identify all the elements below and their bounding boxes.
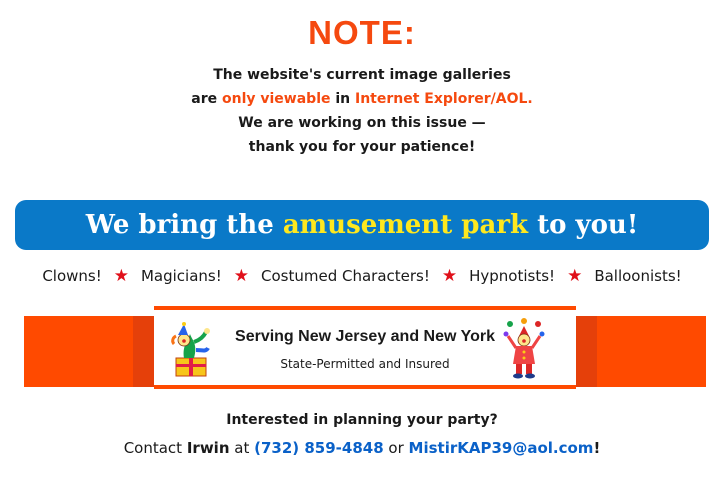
right-orange-bar-shade	[576, 316, 597, 387]
note-only-viewable: only viewable	[221, 91, 331, 107]
note-line-2-text: are	[191, 91, 222, 107]
phone-link[interactable]: (732) 859-4848	[254, 439, 384, 457]
contact-or: or	[383, 439, 409, 457]
star-icon: ★	[113, 266, 129, 286]
service-magicians: Magicians!	[140, 267, 222, 285]
email-link[interactable]: MistirKAP39@aol.com	[409, 439, 594, 457]
service-clowns: Clowns!	[42, 267, 102, 285]
star-icon: ★	[233, 266, 249, 286]
service-costumed-characters: Costumed Characters!	[261, 267, 430, 285]
note-line-1: The website's current image galleries	[213, 67, 511, 83]
service-balloonists: Balloonists!	[594, 267, 682, 285]
tagline-post: to you!	[528, 210, 639, 240]
services-list: Clowns! ★ Magicians! ★ Costumed Characters! ★…	[0, 266, 724, 286]
star-icon: ★	[441, 266, 458, 286]
note-browser: Internet Explorer/AOL.	[355, 91, 533, 107]
tagline-banner: We bring the amusement park to you!	[15, 200, 709, 250]
contact-end: !	[593, 439, 601, 457]
note-message: The website's current image galleries ar…	[0, 63, 724, 159]
left-orange-bar-shade	[133, 316, 154, 387]
tagline-highlight: amusement park	[282, 210, 529, 240]
tagline-pre: We bring the	[85, 210, 283, 240]
star-icon: ★	[567, 266, 583, 286]
contact-pre: Contact	[123, 439, 187, 457]
juggling-clown-icon	[503, 318, 545, 379]
contact-name: Irwin	[186, 439, 230, 457]
note-line-4: thank you for your patience!	[248, 139, 476, 155]
service-hypnotists: Hypnotists!	[469, 267, 556, 285]
note-title: NOTE:	[308, 14, 416, 51]
service-area-box: Serving New Jersey and New York State-Pe…	[154, 306, 576, 389]
contact-line: Contact Irwin at (732) 859-4848 or Misti…	[0, 439, 724, 457]
note-line-2-mid: in	[330, 91, 355, 107]
note-line-2: are only viewable in Internet Explorer/A…	[0, 87, 724, 111]
contact-at: at	[229, 439, 255, 457]
note-line-3: We are working on this issue —	[238, 115, 486, 131]
party-question: Interested in planning your party?	[226, 412, 498, 428]
